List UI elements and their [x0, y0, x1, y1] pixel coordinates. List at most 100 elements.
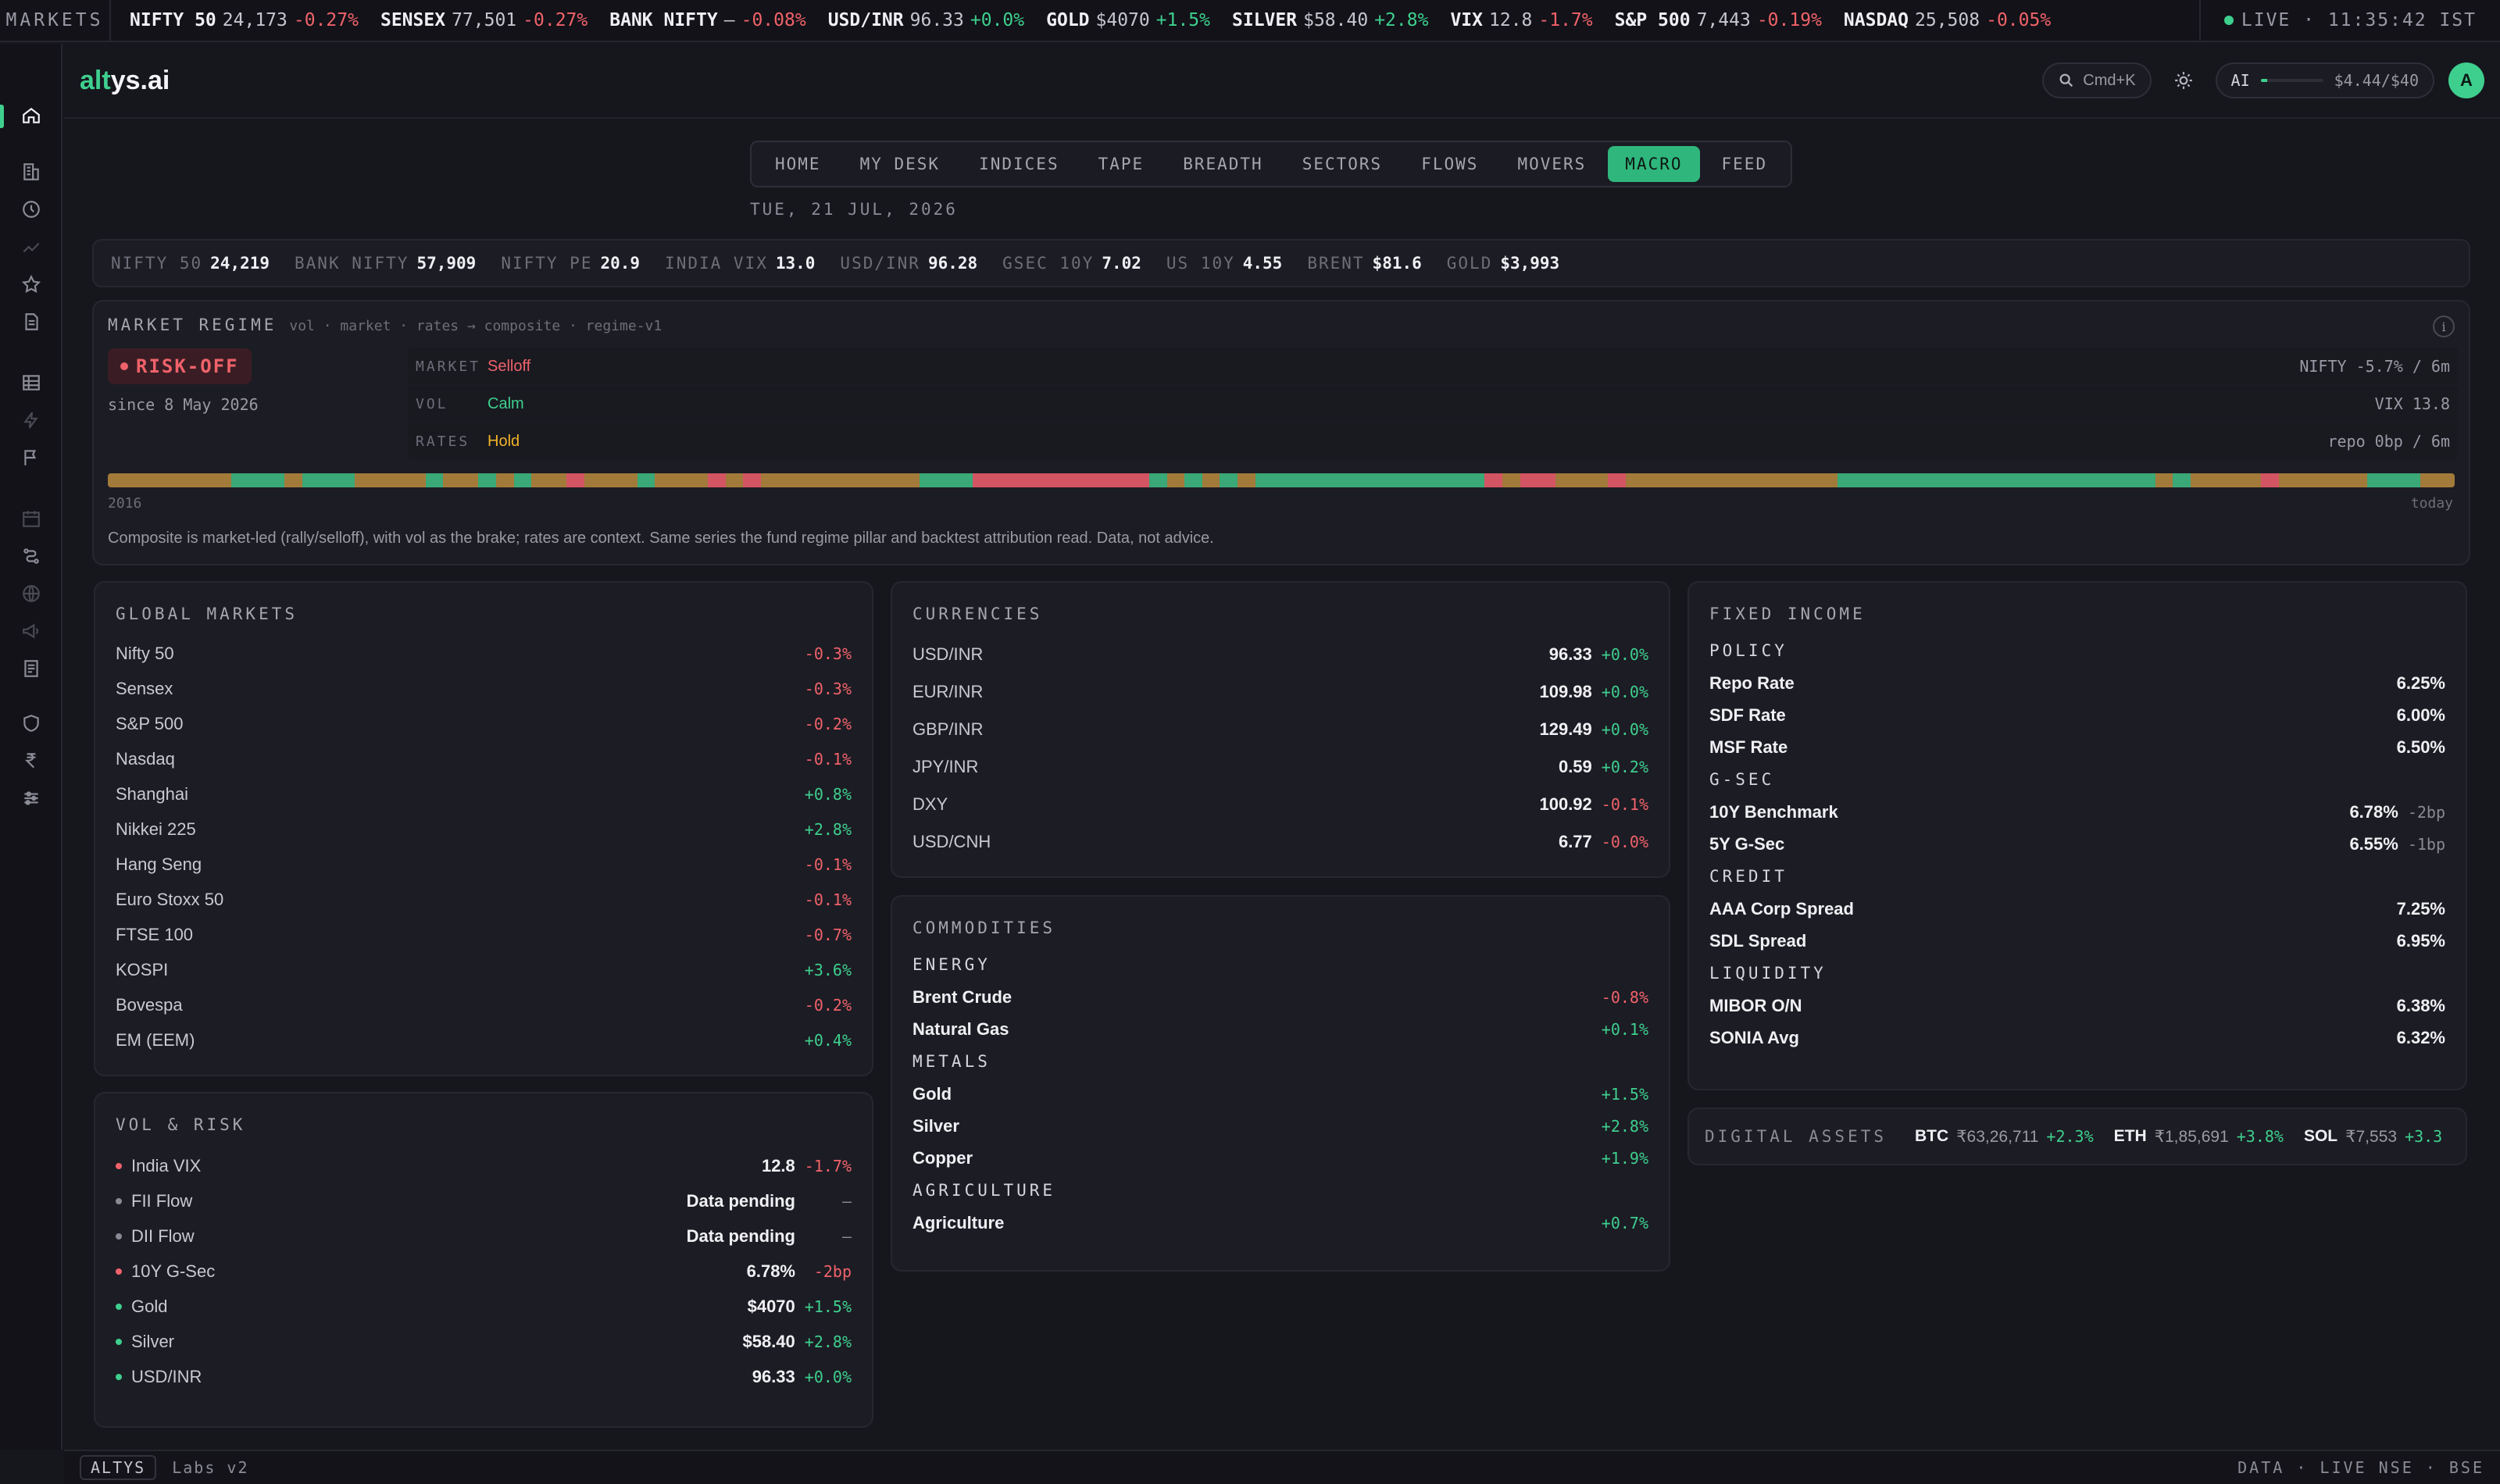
footer-brand-badge[interactable]: ALTYS	[80, 1455, 157, 1480]
globe-icon[interactable]	[20, 583, 42, 605]
home-icon[interactable]	[20, 105, 42, 127]
global-market-row[interactable]: Nifty 50 -0.3%	[116, 636, 852, 671]
clock-icon[interactable]	[20, 198, 42, 220]
currency-row[interactable]: JPY/INR 0.59 +0.2%	[912, 748, 1648, 786]
global-market-row[interactable]: Euro Stoxx 50 -0.1%	[116, 882, 852, 917]
trend-icon[interactable]	[20, 236, 42, 258]
route-icon[interactable]	[20, 545, 42, 567]
fixed-income-row[interactable]: 5Y G-Sec 6.55% -1bp	[1709, 828, 2445, 860]
fixed-income-row[interactable]: MSF Rate 6.50%	[1709, 731, 2445, 763]
tab-sectors[interactable]: SECTORS	[1285, 146, 1400, 182]
vol-risk-row[interactable]: FII Flow Data pending —	[116, 1183, 852, 1218]
report-icon[interactable]	[20, 658, 42, 680]
theme-toggle-button[interactable]	[2166, 62, 2202, 98]
global-market-row[interactable]: Nasdaq -0.1%	[116, 741, 852, 776]
tab-home[interactable]: HOME	[758, 146, 838, 182]
user-avatar[interactable]: A	[2448, 62, 2484, 98]
currency-row[interactable]: GBP/INR 129.49 +0.0%	[912, 711, 1648, 748]
digital-asset-eth[interactable]: ETH ₹1,85,691 +3.8%	[2114, 1127, 2284, 1147]
timeline-segment	[778, 473, 797, 487]
tab-my-desk[interactable]: MY DESK	[843, 146, 958, 182]
ticker-item[interactable]: USD/INR 96.33 +0.0%	[828, 10, 1024, 30]
tab-indices[interactable]: INDICES	[962, 146, 1077, 182]
fixed-income-row[interactable]: SONIA Avg 6.32%	[1709, 1022, 2445, 1054]
fixed-income-row[interactable]: SDL Spread 6.95%	[1709, 925, 2445, 957]
global-market-row[interactable]: FTSE 100 -0.7%	[116, 917, 852, 952]
ai-usage-button[interactable]: AI $4.44/$40	[2215, 62, 2434, 98]
table-icon[interactable]	[20, 372, 42, 394]
ticker-item[interactable]: VIX 12.8 -1.7%	[1450, 10, 1592, 30]
vol-risk-row[interactable]: 10Y G-Sec 6.78% -2bp	[116, 1254, 852, 1289]
fixed-income-row[interactable]: Repo Rate 6.25%	[1709, 667, 2445, 699]
timeline-segment	[496, 473, 514, 487]
global-market-row[interactable]: EM (EEM) +0.4%	[116, 1022, 852, 1058]
info-icon[interactable]: i	[2433, 316, 2455, 337]
command-search-button[interactable]: Cmd+K	[2042, 62, 2152, 98]
vol-risk-row[interactable]: Silver $58.40 +2.8%	[116, 1324, 852, 1359]
commodity-row[interactable]: Brent Crude -0.8%	[912, 981, 1648, 1013]
timeline-segment	[1573, 473, 1591, 487]
rate-value: 6.95%	[2396, 930, 2445, 951]
flag-icon[interactable]	[20, 447, 42, 469]
global-market-row[interactable]: Shanghai +0.8%	[116, 776, 852, 812]
tab-movers[interactable]: MOVERS	[1500, 146, 1603, 182]
tab-breadth[interactable]: BREADTH	[1166, 146, 1280, 182]
currency-row[interactable]: USD/INR 96.33 +0.0%	[912, 636, 1648, 673]
tab-tape[interactable]: TAPE	[1081, 146, 1162, 182]
digital-assets-strip: DIGITAL ASSETS BTC ₹63,26,711 +2.3% ETH ₹1,8…	[1688, 1108, 2467, 1165]
global-market-row[interactable]: Bovespa -0.2%	[116, 987, 852, 1022]
ticker-item[interactable]: GOLD $4070 +1.5%	[1046, 10, 1210, 30]
fixed-income-row[interactable]: 10Y Benchmark 6.78% -2bp	[1709, 796, 2445, 828]
fixed-income-row[interactable]: AAA Corp Spread 7.25%	[1709, 893, 2445, 925]
currency-row[interactable]: USD/CNH 6.77 -0.0%	[912, 823, 1648, 861]
global-market-row[interactable]: KOSPI +3.6%	[116, 952, 852, 987]
commodity-row[interactable]: Silver +2.8%	[912, 1110, 1648, 1142]
bolt-icon[interactable]	[20, 409, 42, 431]
global-market-row[interactable]: Nikkei 225 +2.8%	[116, 812, 852, 847]
commodity-row[interactable]: Gold +1.5%	[912, 1078, 1648, 1110]
global-market-row[interactable]: S&P 500 -0.2%	[116, 706, 852, 741]
commodity-row[interactable]: Agriculture +0.7%	[912, 1207, 1648, 1239]
tab-macro[interactable]: MACRO	[1608, 146, 1700, 182]
regime-note: Composite is market-led (rally/selloff),…	[108, 530, 1214, 547]
regime-row-rates: RATES Hold repo 0bp / 6m	[408, 423, 2458, 459]
digital-asset-sol[interactable]: SOL ₹7,553 +3.3	[2304, 1127, 2442, 1147]
app-logo[interactable]: altys.ai	[80, 66, 170, 96]
vol-risk-row[interactable]: Gold $4070 +1.5%	[116, 1289, 852, 1324]
ticker-item[interactable]: SENSEX 77,501 -0.27%	[380, 10, 588, 30]
ticker-item[interactable]: S&P 500 7,443 -0.19%	[1615, 10, 1822, 30]
ticker-item[interactable]: BANK NIFTY — -0.08%	[609, 10, 805, 30]
commodity-row[interactable]: Natural Gas +0.1%	[912, 1013, 1648, 1045]
snapshot-value: $3,993	[1500, 254, 1560, 273]
fixed-income-row[interactable]: SDF Rate 6.00%	[1709, 699, 2445, 731]
vol-risk-row[interactable]: India VIX 12.8 -1.7%	[116, 1148, 852, 1183]
commodity-row[interactable]: Copper +1.9%	[912, 1142, 1648, 1174]
vol-risk-row[interactable]: DII Flow Data pending —	[116, 1218, 852, 1254]
ticker-item[interactable]: NIFTY 50 24,173 -0.27%	[130, 10, 359, 30]
calendar-icon[interactable]	[20, 508, 42, 530]
rate-name: MIBOR O/N	[1709, 995, 1802, 1015]
fixed-income-row[interactable]: MIBOR O/N 6.38%	[1709, 990, 2445, 1022]
building-icon[interactable]	[20, 161, 42, 183]
vol-risk-row[interactable]: USD/INR 96.33 +0.0%	[116, 1359, 852, 1394]
tab-flows[interactable]: FLOWS	[1404, 146, 1495, 182]
megaphone-icon[interactable]	[20, 620, 42, 642]
star-icon[interactable]	[20, 273, 42, 295]
shield-icon[interactable]	[20, 712, 42, 734]
ticker-brand: MARKETS	[0, 0, 111, 41]
ticker-value: 12.8	[1489, 10, 1533, 30]
tab-feed[interactable]: FEED	[1705, 146, 1785, 182]
snapshot-item: GOLD $3,993	[1447, 254, 1559, 273]
asset-value: ₹1,85,691	[2154, 1127, 2229, 1146]
ticker-item[interactable]: NASDAQ 25,508 -0.05%	[1844, 10, 2051, 30]
digital-asset-btc[interactable]: BTC ₹63,26,711 +2.3%	[1915, 1127, 2094, 1147]
regime-timeline[interactable]	[108, 473, 2455, 487]
currency-row[interactable]: EUR/INR 109.98 +0.0%	[912, 673, 1648, 711]
ticker-item[interactable]: SILVER $58.40 +2.8%	[1232, 10, 1428, 30]
document-icon[interactable]	[20, 311, 42, 333]
global-market-row[interactable]: Sensex -0.3%	[116, 671, 852, 706]
sliders-icon[interactable]	[20, 787, 42, 809]
rupee-icon[interactable]	[20, 750, 42, 772]
global-market-row[interactable]: Hang Seng -0.1%	[116, 847, 852, 882]
currency-row[interactable]: DXY 100.92 -0.1%	[912, 786, 1648, 823]
